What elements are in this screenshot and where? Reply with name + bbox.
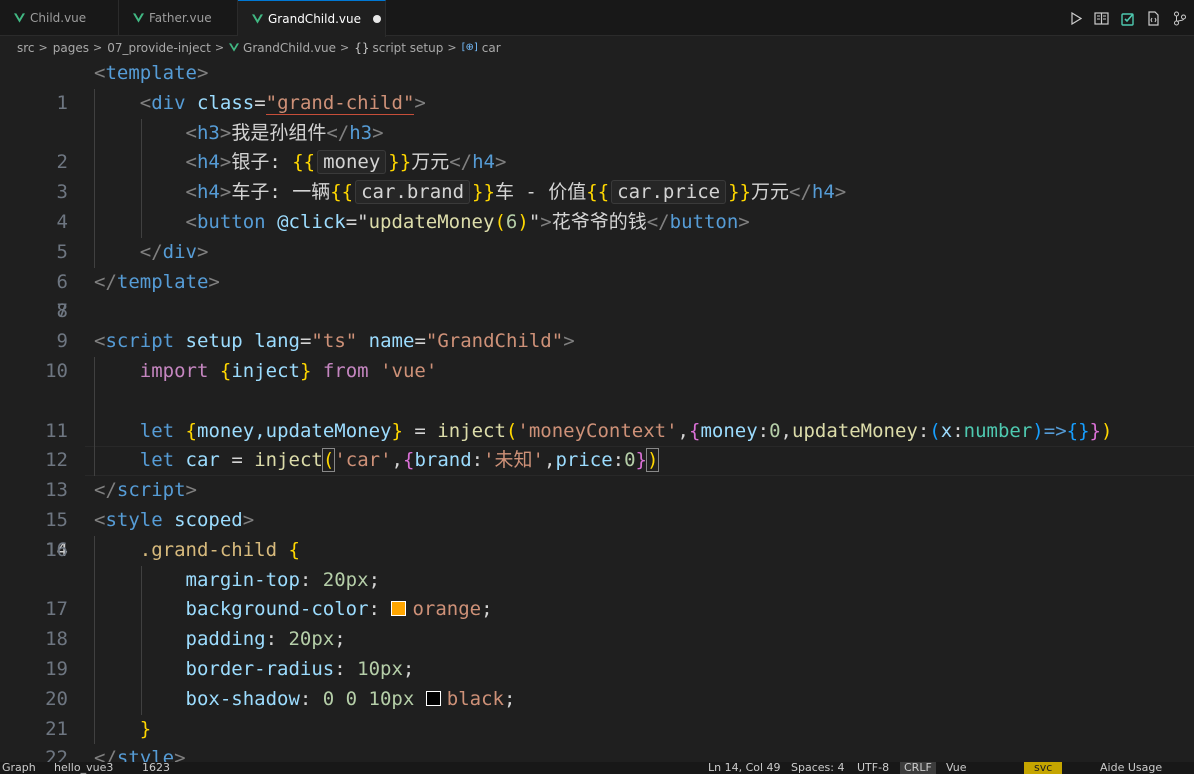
code-line: 24 </style>: [0, 744, 1194, 762]
tab-label: Father.vue: [149, 11, 212, 25]
code-line: 6 <button @click="updateMoney(6)">花爷爷的钱<…: [0, 208, 1194, 293]
tab-grandchild-vue[interactable]: GrandChild.vue: [238, 0, 386, 37]
tab-label: Child.vue: [30, 11, 87, 25]
code-line: 23 }: [0, 714, 1194, 745]
chevron-right-icon: >: [340, 41, 350, 54]
status-graph[interactable]: Graph: [2, 762, 36, 774]
code-text: <button @click="updateMoney(6)">花爷爷的钱</b…: [185, 211, 750, 233]
breadcrumb-script-setup[interactable]: script setup: [373, 41, 444, 55]
code-text: </div>: [139, 240, 209, 263]
code-line: 17 .grand-child {: [0, 535, 1194, 620]
status-warning[interactable]: svc: [1024, 762, 1063, 774]
code-line: 7 </div>: [0, 237, 1194, 322]
code-line: 4 <h4>银子: {{money}}万元</h4>: [0, 148, 1194, 233]
tab-child-vue[interactable]: Child.vue: [0, 0, 119, 36]
status-extension[interactable]: Aide Usage: [1100, 762, 1162, 774]
code-text: let {money,updateMoney} = inject('moneyC…: [139, 419, 1113, 442]
vue-file-icon: [133, 13, 144, 23]
code-line-current: 14 let car = inject('car',{brand:'未知',pr…: [0, 446, 1194, 561]
code-line: 5 <h4>车子: 一辆{{car.brand}}车 - 价值{{car.pri…: [0, 178, 1194, 263]
braces-icon: {}: [354, 40, 370, 55]
code-text: </template>: [94, 270, 220, 293]
code-text: }: [139, 717, 152, 740]
code-text: let car = inject('car',{brand:'未知',price…: [139, 448, 660, 473]
variable-icon: [⊕]: [461, 42, 478, 53]
chevron-right-icon: >: [214, 41, 225, 54]
code-text: import {inject} from 'vue': [139, 360, 438, 382]
code-line: 3 <h3>我是孙组件</h3>: [0, 118, 1194, 203]
source-control-icon[interactable]: [1171, 10, 1188, 27]
breadcrumb-src[interactable]: src: [17, 41, 35, 55]
unsaved-dot-icon[interactable]: [372, 15, 381, 23]
breadcrumb-file[interactable]: GrandChild.vue: [243, 41, 336, 55]
color-swatch-icon[interactable]: [425, 690, 441, 706]
code-text: <h4>银子: {{money}}万元</h4>: [185, 150, 507, 175]
chevron-right-icon: >: [92, 41, 103, 54]
code-line: 21 border-radius: 10px;: [0, 655, 1194, 740]
chevron-right-icon: >: [38, 41, 48, 54]
breadcrumb: src > pages > 07_provide-inject > GrandC…: [0, 36, 1194, 59]
code-line: 9: [0, 297, 1194, 352]
open-preview-icon[interactable]: [1093, 10, 1110, 27]
vue-file-icon: [252, 14, 263, 24]
editor-actions: [1067, 10, 1188, 27]
color-swatch-icon[interactable]: [391, 601, 407, 617]
vue-file-icon: [14, 13, 25, 23]
code-line: 1 <template>: [0, 59, 1194, 114]
editor-tab-bar: Child.vue Father.vue GrandChild.vue: [0, 0, 1194, 37]
code-line: 15 </script>: [0, 476, 1194, 531]
breadcrumb-folder[interactable]: 07_provide-inject: [107, 41, 211, 55]
code-line: 2 <div class="grand-child">: [0, 88, 1194, 173]
code-text: <div class="grand-child">: [139, 91, 426, 115]
code-text: .grand-child {: [139, 538, 300, 561]
code-line: 20 padding: 20px;: [0, 625, 1194, 710]
compare-changes-icon[interactable]: [1145, 10, 1162, 27]
code-editor[interactable]: 1 <template> 2 <div class="grand-child">…: [0, 59, 1194, 762]
code-text: padding: 20px;: [185, 628, 346, 651]
code-line: 22 box-shadow: 0 0 10px black;: [0, 684, 1194, 762]
chevron-right-icon: >: [447, 41, 457, 54]
vue-file-icon: [229, 43, 240, 52]
code-text: box-shadow: 0 0 10px black;: [185, 687, 516, 710]
code-text: background-color: orange;: [185, 598, 493, 621]
code-text: <style scoped>: [94, 509, 255, 531]
code-text: </script>: [94, 479, 197, 502]
status-bar: Graph hello_vue3 1623 Ln 14, Col 49 Spac…: [0, 762, 1194, 774]
code-text: margin-top: 20px;: [185, 568, 381, 591]
status-language[interactable]: Vue: [946, 762, 967, 774]
code-line: 10 <script setup lang="ts" name="GrandCh…: [0, 327, 1194, 382]
code-line: 19 background-color: orange;: [0, 595, 1194, 680]
run-icon[interactable]: [1067, 10, 1084, 27]
code-text: <script setup lang="ts" name="GrandChild…: [94, 330, 575, 353]
code-text: <template>: [94, 62, 209, 84]
code-line: 16 <style scoped>: [0, 506, 1194, 561]
code-text: <h4>车子: 一辆{{car.brand}}车 - 价值{{car.price…: [185, 180, 847, 205]
status-branch[interactable]: hello_vue3: [54, 762, 113, 774]
status-indentation[interactable]: Spaces: 4: [791, 762, 844, 774]
status-cursor-position[interactable]: Ln 14, Col 49: [708, 762, 781, 774]
code-text: border-radius: 10px;: [185, 658, 415, 680]
status-problems[interactable]: 1623: [142, 762, 170, 774]
status-eol[interactable]: CRLF: [900, 762, 936, 774]
code-line: 13 let {money,updateMoney} = inject('mon…: [0, 416, 1194, 501]
code-line: 8 </template>: [0, 268, 1194, 323]
edit-check-icon[interactable]: [1119, 10, 1136, 27]
breadcrumb-pages[interactable]: pages: [53, 41, 89, 55]
breadcrumb-symbol[interactable]: car: [482, 41, 501, 55]
tab-label: GrandChild.vue: [268, 12, 361, 26]
code-line: 11 import {inject} from 'vue': [0, 357, 1194, 442]
status-encoding[interactable]: UTF-8: [857, 762, 889, 774]
code-line: 18 margin-top: 20px;: [0, 565, 1194, 650]
tab-father-vue[interactable]: Father.vue: [119, 0, 238, 36]
code-line: 12: [0, 386, 1194, 471]
code-text: <h3>我是孙组件</h3>: [185, 121, 384, 144]
code-text: </style>: [94, 747, 186, 762]
